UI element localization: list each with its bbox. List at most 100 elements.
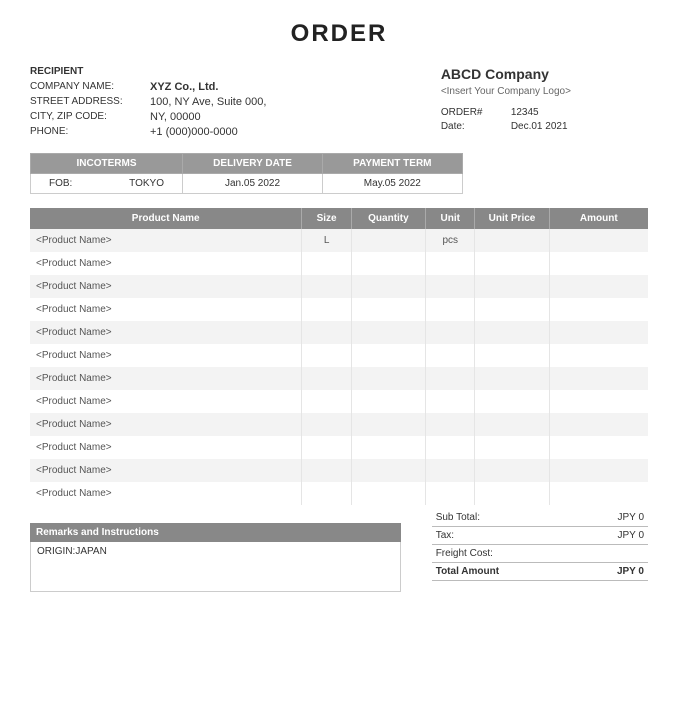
table-row: <Product Name>Lpcs <box>30 229 648 252</box>
cell-name: <Product Name> <box>30 482 302 505</box>
cell-unit <box>426 344 475 367</box>
delivery-header: DELIVERY DATE <box>182 154 322 174</box>
col-size-header: Size <box>302 208 351 229</box>
cell-name: <Product Name> <box>30 390 302 413</box>
remarks-header: Remarks and Instructions <box>30 523 401 542</box>
col-price-header: Unit Price <box>475 208 549 229</box>
delivery-cell: Jan.05 2022 <box>182 174 322 194</box>
cell-name: <Product Name> <box>30 275 302 298</box>
cell-unit: pcs <box>426 229 475 252</box>
cell-amount <box>549 252 648 275</box>
cell-qty <box>351 482 425 505</box>
cell-size <box>302 321 351 344</box>
order-date-label: Date: <box>441 121 511 132</box>
freight-label: Freight Cost: <box>436 548 493 559</box>
table-row: <Product Name> <box>30 367 648 390</box>
cell-unit <box>426 252 475 275</box>
cell-qty <box>351 321 425 344</box>
cell-size: L <box>302 229 351 252</box>
payment-header: PAYMENT TERM <box>323 154 463 174</box>
cell-size <box>302 482 351 505</box>
cell-qty <box>351 390 425 413</box>
cell-qty <box>351 298 425 321</box>
cell-size <box>302 298 351 321</box>
cell-qty <box>351 436 425 459</box>
cell-unit <box>426 298 475 321</box>
table-row: <Product Name> <box>30 459 648 482</box>
cell-unit <box>426 367 475 390</box>
cell-name: <Product Name> <box>30 252 302 275</box>
table-row: <Product Name> <box>30 390 648 413</box>
cell-amount <box>549 367 648 390</box>
col-qty-header: Quantity <box>351 208 425 229</box>
cell-size <box>302 459 351 482</box>
products-table: Product Name Size Quantity Unit Unit Pri… <box>30 208 648 505</box>
cell-unit <box>426 436 475 459</box>
subtotal-value: JPY 0 <box>618 512 645 523</box>
cell-price <box>475 229 549 252</box>
cell-unit <box>426 482 475 505</box>
cell-price <box>475 390 549 413</box>
phone-label: PHONE: <box>30 126 150 138</box>
logo-placeholder: <Insert Your Company Logo> <box>441 86 648 97</box>
fob-label: FOB: <box>49 178 72 189</box>
terms-table: INCOTERMS DELIVERY DATE PAYMENT TERM FOB… <box>30 153 463 194</box>
order-number-value: 12345 <box>511 107 539 118</box>
cell-qty <box>351 229 425 252</box>
total-value: JPY 0 <box>617 566 644 577</box>
street-value: 100, NY Ave, Suite 000, <box>150 96 266 108</box>
totals-block: Sub Total: JPY 0 Tax: JPY 0 Freight Cost… <box>432 509 648 592</box>
cell-qty <box>351 413 425 436</box>
cell-price <box>475 367 549 390</box>
cell-amount <box>549 344 648 367</box>
tax-value: JPY 0 <box>618 530 645 541</box>
recipient-block: RECIPIENT COMPANY NAME: XYZ Co., Ltd. ST… <box>30 66 370 141</box>
incoterms-cell: FOB: TOKYO <box>31 174 183 194</box>
cell-amount <box>549 413 648 436</box>
cell-size <box>302 344 351 367</box>
cell-qty <box>351 275 425 298</box>
cell-amount <box>549 275 648 298</box>
total-label: Total Amount <box>436 566 499 577</box>
cell-size <box>302 367 351 390</box>
cell-qty <box>351 344 425 367</box>
cell-name: <Product Name> <box>30 459 302 482</box>
col-amount-header: Amount <box>549 208 648 229</box>
cell-name: <Product Name> <box>30 229 302 252</box>
subtotal-label: Sub Total: <box>436 512 480 523</box>
company-value: XYZ Co., Ltd. <box>150 81 218 93</box>
cell-amount <box>549 482 648 505</box>
cell-qty <box>351 459 425 482</box>
cell-qty <box>351 367 425 390</box>
street-label: STREET ADDRESS: <box>30 96 150 108</box>
cell-amount <box>549 321 648 344</box>
cell-name: <Product Name> <box>30 298 302 321</box>
table-row: <Product Name> <box>30 321 648 344</box>
cell-size <box>302 413 351 436</box>
cell-size <box>302 436 351 459</box>
cell-price <box>475 275 549 298</box>
table-row: <Product Name> <box>30 482 648 505</box>
cell-size <box>302 275 351 298</box>
recipient-heading: RECIPIENT <box>30 66 370 77</box>
table-row: <Product Name> <box>30 298 648 321</box>
cell-name: <Product Name> <box>30 436 302 459</box>
fob-value: TOKYO <box>129 178 164 189</box>
table-row: <Product Name> <box>30 252 648 275</box>
cell-amount <box>549 298 648 321</box>
cell-amount <box>549 459 648 482</box>
col-unit-header: Unit <box>426 208 475 229</box>
cell-price <box>475 252 549 275</box>
payment-cell: May.05 2022 <box>323 174 463 194</box>
cityzip-label: CITY, ZIP CODE: <box>30 111 150 123</box>
sender-block: ABCD Company <Insert Your Company Logo> … <box>401 66 648 141</box>
cell-price <box>475 321 549 344</box>
cell-amount <box>549 229 648 252</box>
cell-price <box>475 459 549 482</box>
table-row: <Product Name> <box>30 275 648 298</box>
cell-name: <Product Name> <box>30 321 302 344</box>
company-label: COMPANY NAME: <box>30 81 150 93</box>
remarks-box: Remarks and Instructions ORIGIN:JAPAN <box>30 523 401 592</box>
cityzip-value: NY, 00000 <box>150 111 201 123</box>
document-title: ORDER <box>30 20 648 48</box>
